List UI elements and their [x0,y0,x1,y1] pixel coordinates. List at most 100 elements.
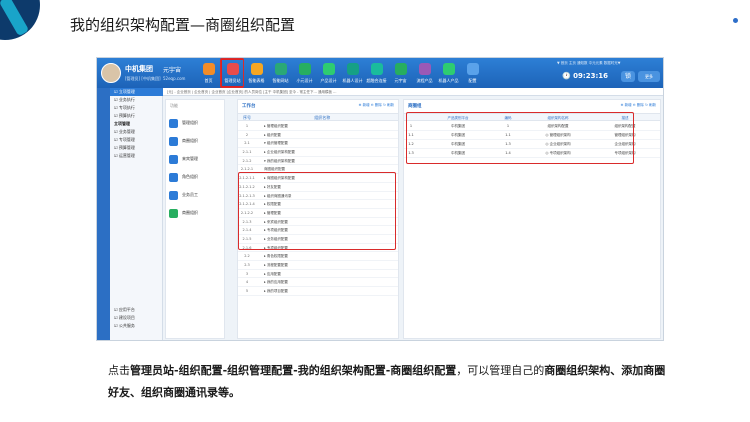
sidebar-item[interactable]: ☑ 预算执行 [110,112,163,120]
sidebar-item[interactable]: ☑ 公共服务 [110,322,163,330]
slide-title: 我的组织架构配置—商圈组织配置 [70,16,296,34]
function-card-label: 角色组织 [182,174,198,179]
nav-item-label: 配置 [468,78,477,83]
lock-label: 锁 [624,73,631,80]
tree-row[interactable]: 2.3 ▸ 流程配置配置 [238,261,398,270]
left-sidebar: ☑ 立项管理 ☑ 业务执行 ☑ 专项执行 ☑ 预算执行 立项管理 ☑ 业务管理 ☑ 专项管理… [97,88,163,340]
tree-panel-title: 工作台 [242,104,256,109]
space-name[interactable]: 元宇宙 [163,65,181,74]
more-button[interactable]: 更多 [638,71,660,82]
tree-row-name: ▸ 应用配置 [264,271,281,276]
breadcrumb: [元] - 企业首页 | 企业首页 | 企业首页 [企业首页] 的人员岗位 [主… [163,88,663,96]
function-card[interactable]: 来宾管理 [169,152,221,166]
tree-row[interactable]: 2.1.1 ▸ 企业组织架构配置 [238,148,398,157]
plus-icon [466,63,479,75]
sidebar-item[interactable]: ☑ 建设项目 [110,314,163,322]
flow-icon [418,63,431,75]
sidebar-item: 立项管理 [114,121,130,126]
function-column: 功能 管理组织 商圈组织 来宾管理 角色组织 业务员工 商圈组织 [165,99,225,339]
nav-item-design[interactable]: 小元设计 [293,59,316,87]
tree-row-no: 2.3 [244,263,250,267]
space-subtitle: 52eqp.com [163,76,186,81]
sidebar-item[interactable]: ☑ 业务执行 [110,96,163,104]
function-card-label: 管理组织 [182,120,198,125]
function-card[interactable]: 商圈组织 [169,134,221,148]
lock-button[interactable]: 锁 [621,71,635,82]
caption-text-part: 点击 [108,364,130,377]
tree-row-no: 4 [245,280,249,285]
tree-row[interactable]: 2.1 ▾ 组织管理配置 [238,139,398,149]
nav-item-bot[interactable]: 机器人产品 [437,59,460,87]
nav-item-web[interactable]: 智能网站 [269,59,292,87]
sidebar-item[interactable]: ☑ 业务管理 [110,128,163,136]
home-icon [202,63,215,75]
corner-decoration [0,0,40,40]
nav-item-flow[interactable]: 流程产品 [413,59,436,87]
tree-panel-actions[interactable]: ⊕ 新增 ⊖ 删除 ↻ 刷新 [359,103,394,108]
nav-item-robot[interactable]: 机器人设计 [341,59,364,87]
meta-icon [394,63,407,75]
function-card-label: 来宾管理 [182,156,198,161]
nav-item-home[interactable]: 首页 [197,59,220,87]
function-card-label: 商圈组织 [182,210,198,215]
nav-item-plus[interactable]: 配置 [461,59,484,87]
function-card-icon [169,172,178,182]
tree-row-name: ▸ 流程配置配置 [264,263,288,267]
function-card-label: 商圈组织 [182,138,198,143]
tree-row-name: ▾ 我的组织架构配置 [264,158,295,163]
function-card[interactable]: 管理组织 [169,116,221,130]
nav-item-meta[interactable]: 元宇宙 [389,59,412,87]
tree-row[interactable]: 4 ▸ 我的应用配置 [238,278,398,288]
tree-row[interactable]: 5 ▸ 我的项目配置 [238,287,398,296]
tree-highlight [238,172,396,250]
header-links[interactable]: ▼ 首页 主页 通知数 中元元素 数据时光▼ [557,61,620,66]
nav-item-product[interactable]: 产品设计 [317,59,340,87]
sidebar-icon-strip [97,88,110,340]
design-icon [298,63,311,75]
tree-row-name: ▸ 组织配置 [264,132,281,137]
nav-item-label: 超融合连接 [366,78,387,83]
tree-row[interactable]: 2.1.2 ▾ 我的组织架构配置 [238,157,398,166]
function-card-icon [169,208,178,218]
function-column-title: 功能 [170,103,178,108]
tree-row[interactable]: 2 ▸ 组织配置 [238,131,398,140]
nav-item-table[interactable]: 智能表格 [245,59,268,87]
tree-row-name: ▸ 我的应用配置 [264,280,288,285]
table-icon [250,63,263,75]
tree-row-no: 2 [245,132,249,137]
org-name: 中机集团 [125,65,153,73]
tree-header: 序号 组织名称 [238,113,398,121]
tree-row[interactable]: 1 ▸ 管理组织配置 [238,122,398,131]
sidebar-item[interactable]: ☑ 专项执行 [110,104,163,112]
nav-item-label: 机器人设计 [342,78,363,83]
function-card-label: 业务员工 [182,192,198,197]
sidebar-item[interactable]: ☑ 专项管理 [110,136,163,144]
sidebar-bottom-menu: ☑ 应用平台 ☑ 建设项目 ☑ 公共服务 [110,306,163,330]
robot-icon [346,63,359,75]
function-card[interactable]: 商圈组织 [169,206,221,220]
sidebar-item[interactable]: ☑ 预算管理 [110,144,163,152]
tree-row[interactable]: 2.2 ▸ 角色权限配置 [238,252,398,261]
clock-time: 09:23:16 [573,72,608,80]
nav-item-label: 智能表格 [248,78,265,83]
tree-row[interactable]: 3 ▸ 应用配置 [238,270,398,279]
sidebar-item[interactable]: ☑ 应用平台 [110,306,163,314]
corner-dot-decoration [733,18,738,23]
caption-bold-text: 管理员站-组织配置-组织管理配置-我的组织架构配置-商圈组织配置 [130,364,457,377]
nav-item-label: 流程产品 [416,78,433,83]
tree-row-no: 3 [245,271,249,276]
function-card-icon [169,154,178,164]
sidebar-item[interactable]: ☑ 运营管理 [110,152,163,160]
avatar[interactable] [101,63,121,83]
function-card[interactable]: 角色组织 [169,170,221,184]
connect-icon [370,63,383,75]
tree-row-name: ▸ 企业组织架构配置 [264,150,295,155]
tree-row-name: ▾ 组织管理配置 [264,141,288,146]
function-card-icon [169,190,178,200]
detail-panel-actions[interactable]: ⊕ 新增 ⊖ 删除 ↻ 刷新 [621,103,656,108]
sidebar-item[interactable]: ☑ 立项管理 [110,88,163,96]
nav-item-connect[interactable]: 超融合连接 [365,59,388,87]
web-icon [274,63,287,75]
nav-item-label: 首页 [204,78,213,83]
function-card[interactable]: 业务员工 [169,188,221,202]
